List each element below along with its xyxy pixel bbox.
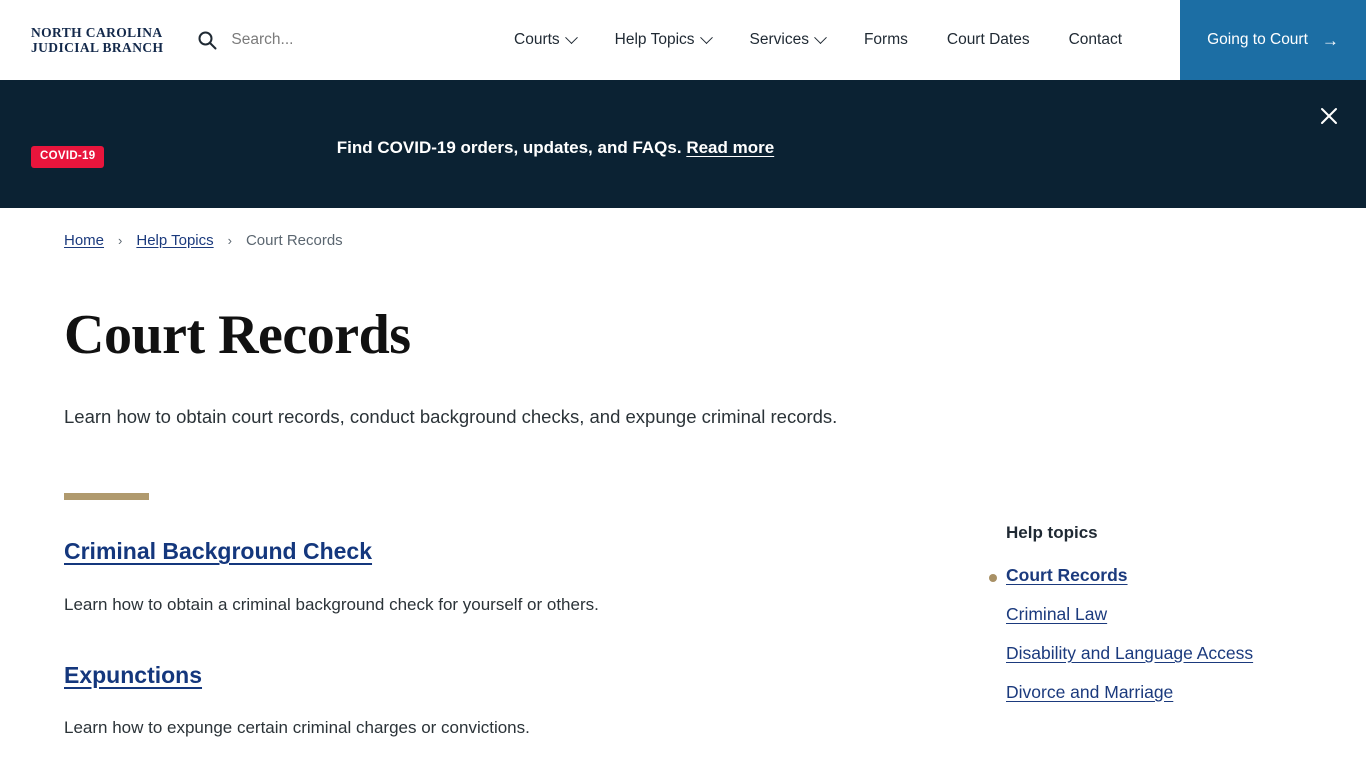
chevron-down-icon xyxy=(564,30,578,44)
banner-message: Find COVID-19 orders, updates, and FAQs.… xyxy=(0,138,1366,158)
sidebar-link-court-records[interactable]: Court Records xyxy=(1006,565,1128,585)
banner-read-more-link[interactable]: Read more xyxy=(686,138,774,157)
site-logo[interactable]: NORTH CAROLINA JUDICIAL BRANCH xyxy=(31,25,163,56)
search-icon[interactable] xyxy=(196,29,218,51)
topic-item-criminal-background-check: Criminal Background Check Learn how to o… xyxy=(64,538,969,618)
nav-label-courts: Courts xyxy=(514,31,560,48)
content-row: Criminal Background Check Learn how to o… xyxy=(64,500,1366,741)
going-to-court-button[interactable]: Going to Court → xyxy=(1180,0,1366,80)
primary-navigation: Courts Help Topics Services Forms Court … xyxy=(514,0,1122,80)
breadcrumb-item-current: Court Records xyxy=(245,232,343,249)
nav-item-contact[interactable]: Contact xyxy=(1069,31,1122,49)
nav-item-courts[interactable]: Courts xyxy=(514,30,578,49)
topic-description-expunctions: Learn how to expunge certain criminal ch… xyxy=(64,718,530,738)
page-title: Court Records xyxy=(64,304,411,366)
topic-description-criminal-background-check: Learn how to obtain a criminal backgroun… xyxy=(64,594,599,614)
chevron-down-icon xyxy=(814,30,827,44)
sidebar-item-court-records[interactable]: Court Records xyxy=(977,565,1365,586)
nav-item-services[interactable]: Services xyxy=(749,30,827,49)
nav-item-forms[interactable]: Forms xyxy=(864,31,908,49)
topic-link-expunctions[interactable]: Expunctions xyxy=(64,662,202,690)
nav-item-help-topics[interactable]: Help Topics xyxy=(614,30,713,49)
logo-line-1: NORTH CAROLINA xyxy=(31,24,163,40)
section-divider xyxy=(64,493,149,500)
nav-label-help-topics: Help Topics xyxy=(614,31,695,48)
sidebar-link-disability-and-language-access[interactable]: Disability and Language Access xyxy=(1006,643,1253,663)
search-area xyxy=(196,20,432,60)
nav-label-court-dates: Court Dates xyxy=(946,31,1030,48)
sidebar-link-criminal-law[interactable]: Criminal Law xyxy=(1006,604,1107,624)
bullet-icon xyxy=(989,574,997,582)
sidebar-item-divorce-and-marriage[interactable]: Divorce and Marriage xyxy=(977,682,1365,703)
breadcrumb-separator: › xyxy=(118,233,123,248)
nav-label-forms: Forms xyxy=(863,31,908,48)
breadcrumb-item-help-topics[interactable]: Help Topics xyxy=(136,232,213,249)
breadcrumb-item-home[interactable]: Home xyxy=(64,232,104,249)
sidebar-item-criminal-law[interactable]: Criminal Law xyxy=(977,604,1365,625)
close-icon[interactable] xyxy=(1313,100,1345,132)
topic-link-criminal-background-check[interactable]: Criminal Background Check xyxy=(64,538,372,566)
covid-alert-banner: COVID-19 Find COVID-19 orders, updates, … xyxy=(0,80,1366,208)
sidebar-link-divorce-and-marriage[interactable]: Divorce and Marriage xyxy=(1006,682,1173,702)
topic-list: Criminal Background Check Learn how to o… xyxy=(64,500,969,741)
site-header: NORTH CAROLINA JUDICIAL BRANCH Courts He… xyxy=(0,0,1366,80)
sidebar-item-disability-and-language-access[interactable]: Disability and Language Access xyxy=(977,643,1365,664)
help-topics-sidebar: Help topics Court Records Criminal Law D… xyxy=(969,500,1365,741)
going-to-court-label: Going to Court xyxy=(1207,31,1308,48)
page-description: Learn how to obtain court records, condu… xyxy=(64,406,838,427)
page-body: Court Records Learn how to obtain court … xyxy=(0,307,1366,741)
banner-message-text: Find COVID-19 orders, updates, and FAQs. xyxy=(336,138,682,157)
sidebar-title: Help topics xyxy=(1006,523,1098,542)
topic-item-expunctions: Expunctions Learn how to expunge certain… xyxy=(64,662,969,742)
nav-label-services: Services xyxy=(749,31,809,48)
logo-line-2: JUDICIAL BRANCH xyxy=(31,40,164,55)
breadcrumb: Home › Help Topics › Court Records xyxy=(0,208,1366,249)
nav-label-contact: Contact xyxy=(1068,31,1122,48)
breadcrumb-separator: › xyxy=(227,233,232,248)
arrow-right-icon: → xyxy=(1321,30,1339,50)
nav-item-court-dates[interactable]: Court Dates xyxy=(947,31,1030,49)
sidebar-list: Court Records Criminal Law Disability an… xyxy=(977,565,1365,703)
chevron-down-icon xyxy=(699,30,713,44)
search-input[interactable] xyxy=(231,31,432,49)
